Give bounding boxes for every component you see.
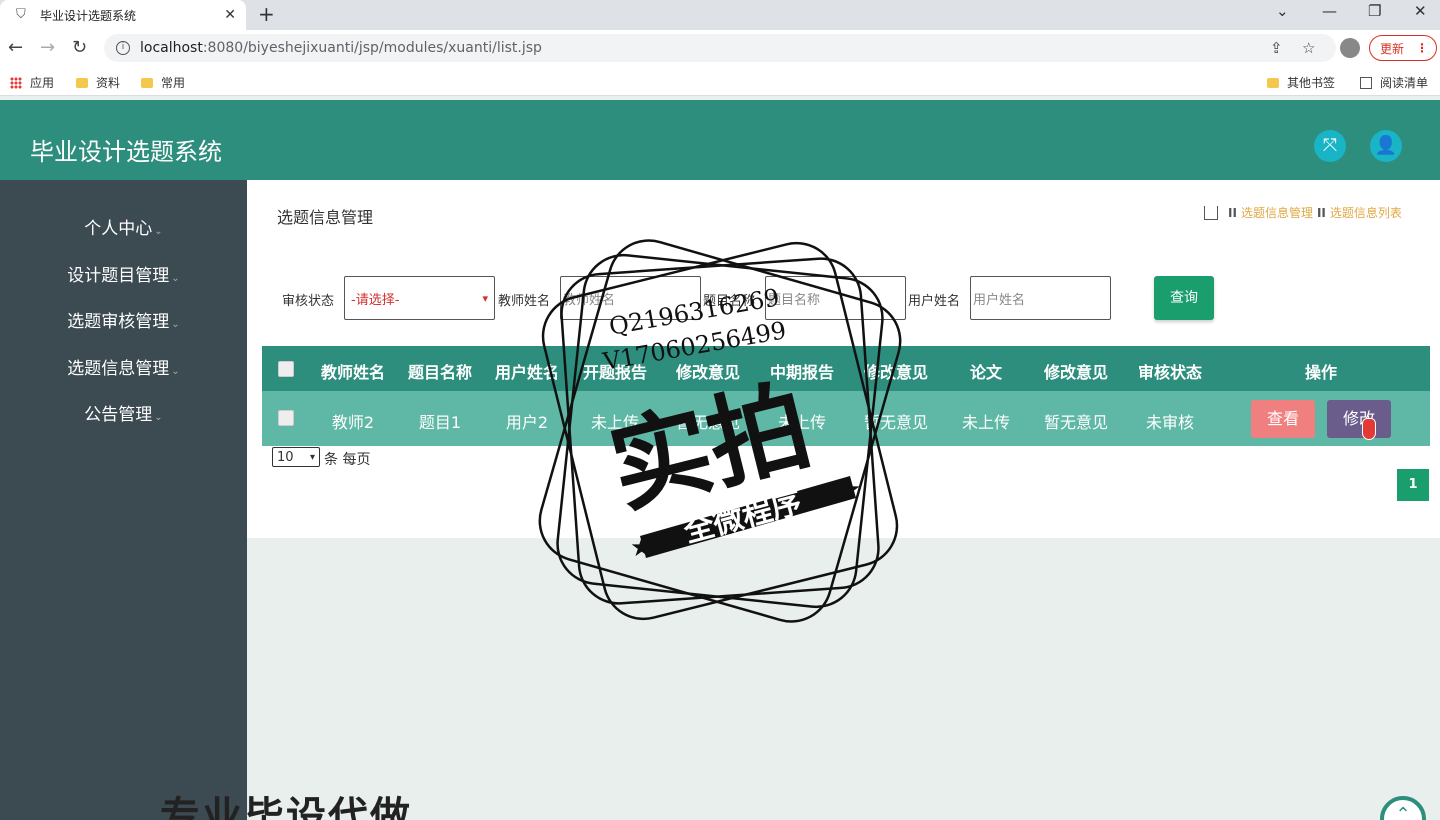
- bookmark-folder-changyong[interactable]: 常用: [141, 74, 185, 91]
- sidebar-item-topic-management[interactable]: 设计题目管理 ⌄: [0, 261, 247, 286]
- folder-icon: [1267, 77, 1279, 88]
- scroll-to-top-icon[interactable]: ⌃: [1380, 796, 1426, 820]
- home-icon[interactable]: [1204, 205, 1218, 220]
- sidebar-item-personal-center[interactable]: 个人中心 ⌄: [0, 214, 247, 239]
- sidebar-item-selection-info[interactable]: 选题信息管理 ⌄: [0, 354, 247, 379]
- chevron-down-icon: ⌄: [171, 273, 180, 284]
- bookmark-folder-ziliao[interactable]: 资料: [76, 74, 120, 91]
- url-text: localhost:8080/biyeshejixuanti/jsp/modul…: [140, 40, 542, 56]
- chevron-down-icon: ⌄: [154, 226, 163, 237]
- bookmark-other[interactable]: 其他书签: [1267, 74, 1335, 91]
- app-header: 毕业设计选题系统: [0, 100, 1440, 180]
- reading-list-icon: [1360, 76, 1372, 89]
- bookmark-apps[interactable]: 应用: [10, 74, 54, 91]
- forward-icon[interactable]: →: [40, 37, 55, 58]
- back-icon[interactable]: ←: [8, 37, 23, 58]
- tab-title: 毕业设计选题系统: [40, 8, 137, 23]
- window-close-icon[interactable]: ✕: [1414, 2, 1427, 20]
- close-tab-icon[interactable]: ✕: [224, 7, 236, 23]
- view-button[interactable]: 查看: [1251, 400, 1315, 438]
- page-size-suffix: 条 每页: [324, 452, 371, 468]
- topic-filter-label: 题目名称: [703, 294, 756, 309]
- page-title: 选题信息管理: [277, 208, 374, 227]
- app-title: 毕业设计选题系统: [30, 138, 222, 166]
- folder-icon: [141, 77, 153, 88]
- browser-tab[interactable]: ⛉ 毕业设计选题系统 ✕: [0, 0, 246, 30]
- column-header[interactable]: 教师姓名: [321, 359, 385, 383]
- hand-cursor-icon: [1362, 418, 1376, 440]
- breadcrumb-item[interactable]: 选题信息列表: [1330, 204, 1402, 221]
- profile-avatar-icon[interactable]: [1340, 38, 1360, 58]
- user-name-input[interactable]: 用户姓名: [970, 276, 1111, 320]
- table-cell: 教师2: [331, 413, 375, 432]
- chevron-down-icon: ⌄: [154, 412, 163, 423]
- apps-grid-icon: [10, 76, 22, 89]
- fullscreen-icon[interactable]: ⤧: [1314, 130, 1346, 162]
- folder-icon: [76, 77, 88, 88]
- column-header[interactable]: 开题报告: [583, 359, 647, 383]
- browser-toolbar: ← → ↻ i localhost:8080/biyeshejixuanti/j…: [0, 30, 1440, 66]
- column-header[interactable]: 审核状态: [1138, 359, 1202, 383]
- site-favicon-icon: ⛉: [16, 7, 26, 22]
- address-bar[interactable]: i localhost:8080/biyeshejixuanti/jsp/mod…: [104, 34, 1336, 62]
- column-header[interactable]: 修改意见: [864, 359, 928, 383]
- new-tab-icon[interactable]: +: [258, 2, 275, 26]
- watermark-bottom-text: 专业毕设代做: [160, 794, 412, 820]
- teacher-filter-label: 教师姓名: [498, 294, 551, 309]
- column-header[interactable]: 用户姓名: [495, 359, 559, 383]
- restore-icon[interactable]: ❐: [1368, 2, 1381, 20]
- column-header[interactable]: 题目名称: [408, 359, 472, 383]
- table-cell: 暂无意见: [675, 413, 741, 432]
- status-filter-label: 审核状态: [282, 294, 335, 309]
- user-filter-label: 用户姓名: [908, 294, 961, 309]
- user-icon[interactable]: 👤: [1370, 130, 1402, 162]
- table-cell: 未上传: [777, 413, 827, 432]
- column-header[interactable]: 论文: [970, 359, 1002, 383]
- teacher-name-input[interactable]: 教师姓名: [560, 276, 701, 320]
- select-all-checkbox[interactable]: [278, 361, 294, 377]
- table-cell: 用户2: [505, 413, 549, 432]
- status-filter-select[interactable]: -请选择- ▾: [344, 276, 495, 320]
- bookmark-star-icon[interactable]: ☆: [1302, 39, 1315, 57]
- column-header[interactable]: 中期报告: [770, 359, 834, 383]
- site-info-icon[interactable]: i: [116, 41, 130, 55]
- chevron-down-icon: ⌄: [171, 319, 180, 330]
- page-size-select[interactable]: 10 ▾: [272, 447, 320, 467]
- chevron-down-icon: ⌄: [171, 366, 180, 377]
- bookmarks-bar: 应用 资料 常用 其他书签 阅读清单: [0, 66, 1440, 96]
- edit-button[interactable]: 修改: [1327, 400, 1391, 438]
- reload-icon[interactable]: ↻: [72, 37, 87, 58]
- sidebar-item-selection-review[interactable]: 选题审核管理 ⌄: [0, 307, 247, 332]
- share-icon[interactable]: ⇪: [1270, 39, 1283, 57]
- chevron-down-icon: ▾: [309, 451, 315, 463]
- table-cell: 未审核: [1145, 413, 1195, 432]
- tab-search-chevron-icon[interactable]: ⌄: [1276, 2, 1289, 20]
- row-checkbox[interactable]: [278, 410, 294, 426]
- browser-tabbar: ⛉ 毕业设计选题系统 ✕ + ⌄ — ❐ ✕: [0, 0, 1440, 30]
- column-header[interactable]: 修改意见: [676, 359, 740, 383]
- table-cell: 题目1: [418, 413, 462, 432]
- table-cell: 未上传: [590, 413, 640, 432]
- column-header: 操作: [1304, 363, 1338, 382]
- column-header[interactable]: 修改意见: [1044, 359, 1108, 383]
- table-cell: 暂无意见: [863, 413, 929, 432]
- reading-list[interactable]: 阅读清单: [1360, 74, 1428, 91]
- menu-dots-icon: ⋮: [1416, 41, 1429, 55]
- topic-name-input[interactable]: 题目名称: [765, 276, 906, 320]
- query-button[interactable]: 查询: [1154, 276, 1214, 320]
- sidebar-item-announcements[interactable]: 公告管理 ⌄: [0, 400, 247, 425]
- breadcrumb: II 选题信息管理 II 选题信息列表: [1204, 204, 1402, 221]
- update-button[interactable]: 更新 ⋮: [1369, 35, 1437, 61]
- table-cell: 未上传: [961, 413, 1011, 432]
- chevron-down-icon: ▾: [482, 291, 488, 305]
- breadcrumb-item[interactable]: 选题信息管理: [1241, 204, 1313, 221]
- table-cell: 暂无意见: [1043, 413, 1109, 432]
- minimize-icon[interactable]: —: [1322, 2, 1337, 20]
- page-number-button[interactable]: 1: [1397, 469, 1429, 501]
